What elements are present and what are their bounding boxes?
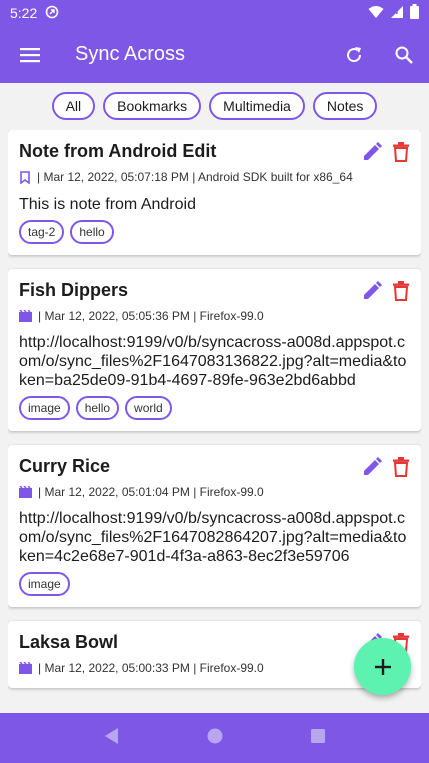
list-item[interactable]: Curry Rice | Mar 12, 2022, 05:01:04 PM |… [8, 445, 421, 607]
add-item-button[interactable] [354, 638, 411, 695]
hamburger-icon [20, 47, 40, 62]
pencil-icon [364, 281, 382, 299]
cell-signal-icon [390, 5, 404, 22]
notification-icon [45, 5, 59, 22]
edit-button[interactable] [362, 281, 382, 306]
tag-chip[interactable]: tag-2 [19, 220, 65, 244]
refresh-icon [347, 46, 362, 62]
sync-item-list[interactable]: Note from Android Edit | Mar 12, 2022, 0… [8, 130, 421, 713]
tag-chip[interactable]: hello [70, 220, 114, 244]
item-meta: | Mar 12, 2022, 05:01:04 PM | Firefox-99… [38, 485, 264, 499]
tag-chip[interactable]: image [19, 572, 70, 596]
list-item[interactable]: Note from Android Edit | Mar 12, 2022, 0… [8, 130, 421, 255]
trash-icon [393, 457, 409, 477]
item-title: Laksa Bowl [19, 632, 119, 652]
delete-button[interactable] [392, 142, 410, 167]
item-body: http://localhost:9199/v0/b/syncacross-a0… [19, 510, 407, 565]
app-title: Sync Across [75, 43, 186, 65]
status-time: 5:22 [10, 5, 38, 21]
item-title: Fish Dippers [19, 280, 129, 300]
movie-icon [19, 661, 32, 677]
item-meta: | Mar 12, 2022, 05:05:36 PM | Firefox-99… [38, 309, 264, 323]
chip-multimedia[interactable]: Multimedia [209, 92, 305, 120]
edit-button[interactable] [362, 457, 382, 482]
pencil-icon [364, 457, 382, 475]
back-button[interactable] [103, 727, 121, 750]
trash-icon [393, 142, 409, 162]
tag-chip[interactable]: hello [75, 396, 120, 420]
bookmark-icon [19, 171, 31, 187]
item-body: http://localhost:9199/v0/b/syncacross-a0… [19, 334, 407, 389]
home-circle-icon [207, 728, 222, 743]
delete-button[interactable] [392, 457, 410, 482]
plus-icon [374, 658, 391, 675]
search-icon [395, 46, 413, 64]
recents-button[interactable] [309, 727, 327, 750]
menu-button[interactable] [0, 26, 60, 83]
refresh-button[interactable] [329, 26, 379, 83]
battery-icon [410, 4, 419, 22]
chip-bookmarks[interactable]: Bookmarks [103, 92, 202, 120]
pencil-icon [364, 142, 382, 160]
trash-icon [393, 281, 409, 301]
status-bar: 5:22 [0, 0, 429, 26]
system-nav-bar [0, 713, 429, 763]
list-item[interactable]: Fish Dippers | Mar 12, 2022, 05:05:36 PM… [8, 269, 421, 431]
recents-square-icon [310, 728, 325, 743]
back-triangle-icon [104, 727, 118, 744]
chip-all[interactable]: All [51, 92, 96, 120]
tag-chip[interactable]: world [125, 396, 172, 420]
item-body: This is note from Android [19, 196, 196, 213]
wifi-icon [368, 5, 384, 22]
item-title: Curry Rice [19, 456, 111, 476]
movie-icon [19, 485, 32, 501]
edit-button[interactable] [362, 142, 382, 167]
app-bar: Sync Across [0, 26, 429, 83]
chip-notes[interactable]: Notes [312, 92, 378, 120]
search-button[interactable] [379, 26, 429, 83]
delete-button[interactable] [392, 281, 410, 306]
item-meta: | Mar 12, 2022, 05:07:18 PM | Android SD… [37, 170, 353, 184]
filter-chips: All Bookmarks Multimedia Notes [0, 92, 429, 120]
item-meta: | Mar 12, 2022, 05:00:33 PM | Firefox-99… [38, 661, 264, 675]
item-title: Note from Android Edit [19, 141, 217, 161]
home-button[interactable] [206, 727, 224, 750]
tag-chip[interactable]: image [19, 396, 70, 420]
movie-icon [19, 309, 32, 325]
